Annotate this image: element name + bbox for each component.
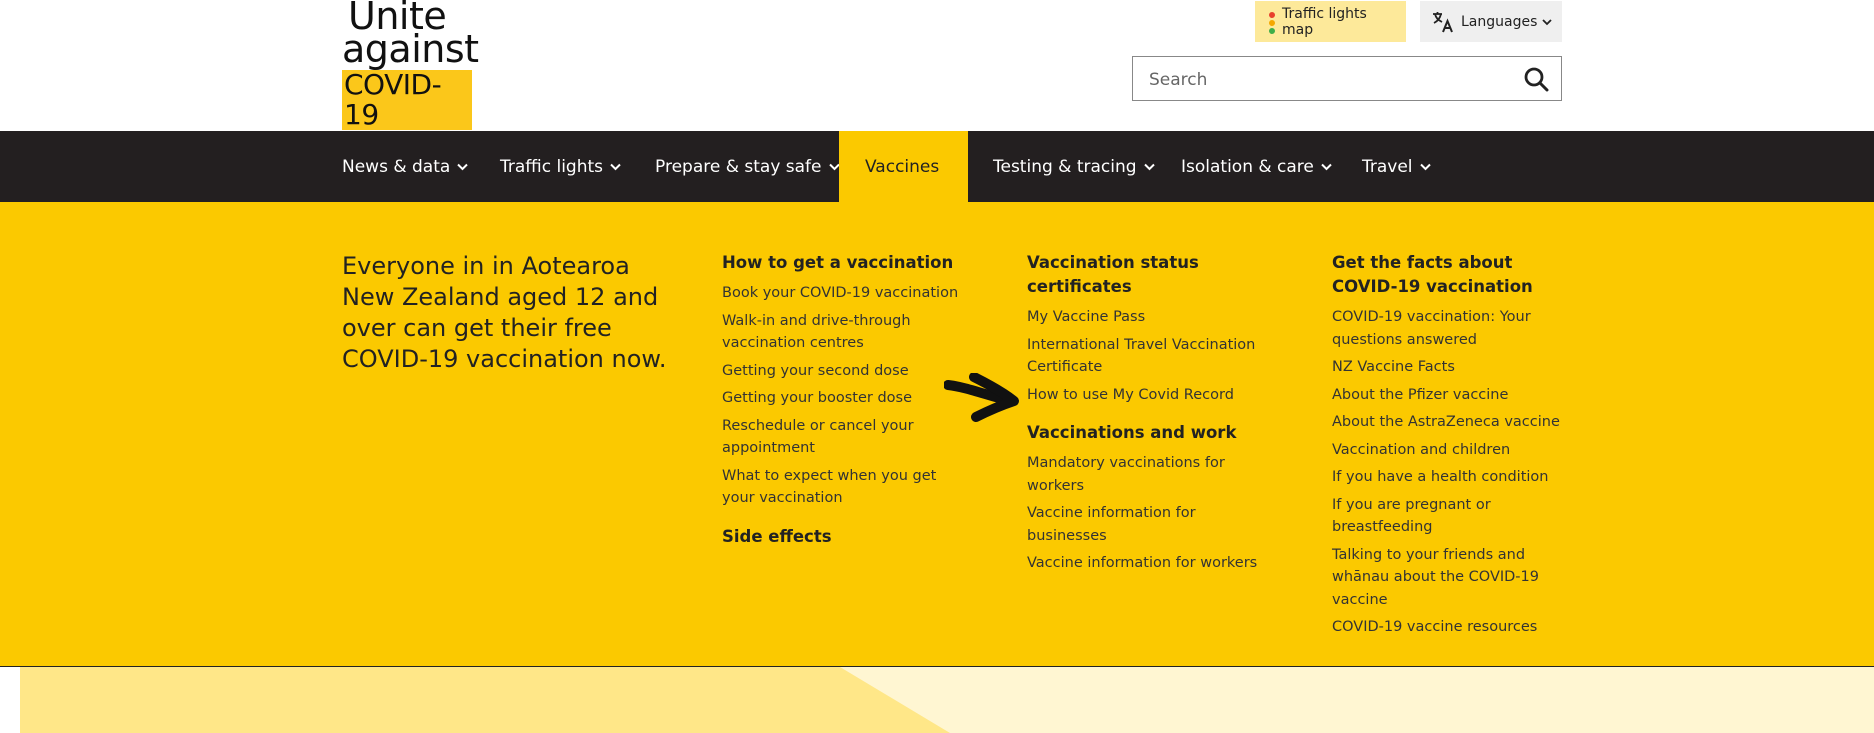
nav-item-prepare-stay-safe[interactable]: Prepare & stay safe <box>655 131 840 202</box>
chevron-down-icon <box>610 163 621 170</box>
logo-line-2: against <box>342 27 479 71</box>
nav-item-travel[interactable]: Travel <box>1362 131 1431 202</box>
nav-item-label: Prepare & stay safe <box>655 156 822 177</box>
arrow-annotation-icon <box>944 373 1019 422</box>
search-input[interactable] <box>1133 57 1521 102</box>
site-logo[interactable]: Unite against COVID-19 <box>342 0 479 130</box>
menu-link[interactable]: COVID-19 vaccine resources <box>1332 616 1572 639</box>
menu-link[interactable]: Vaccination and children <box>1332 439 1572 462</box>
chevron-down-icon <box>1542 19 1552 26</box>
vaccines-mega-menu: Everyone in in Aotearoa New Zealand aged… <box>0 202 1874 667</box>
search-icon[interactable] <box>1523 66 1549 92</box>
menu-link[interactable]: How to use My Covid Record <box>1027 384 1272 407</box>
nav-item-isolation-care[interactable]: Isolation & care <box>1181 131 1332 202</box>
menu-link[interactable]: Vaccine information for workers <box>1027 552 1272 575</box>
nav-item-label: Vaccines <box>865 156 940 177</box>
chevron-down-icon <box>1321 163 1332 170</box>
background-shape <box>20 667 950 733</box>
mega-menu-intro: Everyone in in Aotearoa New Zealand aged… <box>342 252 667 373</box>
menu-link[interactable]: Vaccine information for businesses <box>1027 502 1272 547</box>
traffic-lights-map-label: Traffic lights map <box>1282 5 1367 38</box>
menu-link[interactable]: About the AstraZeneca vaccine <box>1332 411 1572 434</box>
chevron-down-icon <box>1419 163 1431 170</box>
menu-link[interactable]: Mandatory vaccinations for workers <box>1027 452 1272 497</box>
menu-link[interactable]: If you are pregnant or breastfeeding <box>1332 494 1572 539</box>
traffic-light-icon <box>1269 12 1275 34</box>
logo-line-3: COVID-19 <box>342 70 472 130</box>
nav-item-label: Traffic lights <box>500 156 604 177</box>
menu-link[interactable]: What to expect when you get your vaccina… <box>722 465 972 510</box>
page-content-band <box>0 667 1874 733</box>
site-header: Unite against COVID-19 Traffic lights ma… <box>0 0 1874 131</box>
chevron-down-icon <box>828 163 840 170</box>
languages-label: Languages <box>1461 13 1538 30</box>
menu-link[interactable]: Book your COVID-19 vaccination <box>722 282 972 305</box>
menu-link[interactable]: International Travel Vaccination Certifi… <box>1027 334 1272 379</box>
nav-item-label: News & data <box>342 156 451 177</box>
column-facts-about-vaccination: Get the facts about COVID-19 vaccination… <box>1332 251 1572 654</box>
column-heading[interactable]: Get the facts about COVID-19 vaccination <box>1332 251 1572 299</box>
menu-link[interactable]: Reschedule or cancel your appointment <box>722 415 972 460</box>
nav-item-testing-tracing[interactable]: Testing & tracing <box>993 131 1155 202</box>
chevron-down-icon <box>1143 163 1155 170</box>
column-heading[interactable]: Side effects <box>722 525 972 549</box>
menu-link[interactable]: Getting your second dose <box>722 360 972 383</box>
menu-link[interactable]: NZ Vaccine Facts <box>1332 356 1572 379</box>
nav-item-label: Isolation & care <box>1181 156 1314 177</box>
column-heading[interactable]: How to get a vaccination <box>722 251 972 275</box>
column-heading[interactable]: Vaccination status certificates <box>1027 251 1272 299</box>
nav-item-label: Testing & tracing <box>993 156 1137 177</box>
menu-link[interactable]: Talking to your friends and whānau about… <box>1332 544 1572 612</box>
nav-item-news-data[interactable]: News & data <box>342 131 469 202</box>
languages-button[interactable]: Languages <box>1420 1 1562 42</box>
nav-item-traffic-lights[interactable]: Traffic lights <box>500 131 621 202</box>
menu-link[interactable]: If you have a health condition <box>1332 466 1572 489</box>
menu-link[interactable]: My Vaccine Pass <box>1027 306 1272 329</box>
menu-link[interactable]: Walk-in and drive-through vaccination ce… <box>722 310 972 355</box>
column-heading[interactable]: Vaccinations and work <box>1027 421 1272 445</box>
menu-link[interactable]: Getting your booster dose <box>722 387 972 410</box>
nav-item-label: Travel <box>1362 156 1413 177</box>
column-how-to-get-vaccination: How to get a vaccination Book your COVID… <box>722 251 972 556</box>
column-vaccination-status: Vaccination status certificates My Vacci… <box>1027 251 1272 590</box>
nav-item-vaccines[interactable]: Vaccines <box>839 131 968 202</box>
main-nav: News & data Traffic lights Prepare & sta… <box>0 131 1874 202</box>
menu-link[interactable]: About the Pfizer vaccine <box>1332 384 1572 407</box>
translate-icon <box>1433 12 1453 33</box>
search-box <box>1132 56 1562 102</box>
chevron-down-icon <box>457 163 469 170</box>
traffic-lights-map-button[interactable]: Traffic lights map <box>1255 1 1406 42</box>
menu-link[interactable]: COVID-19 vaccination: Your questions ans… <box>1332 306 1572 351</box>
